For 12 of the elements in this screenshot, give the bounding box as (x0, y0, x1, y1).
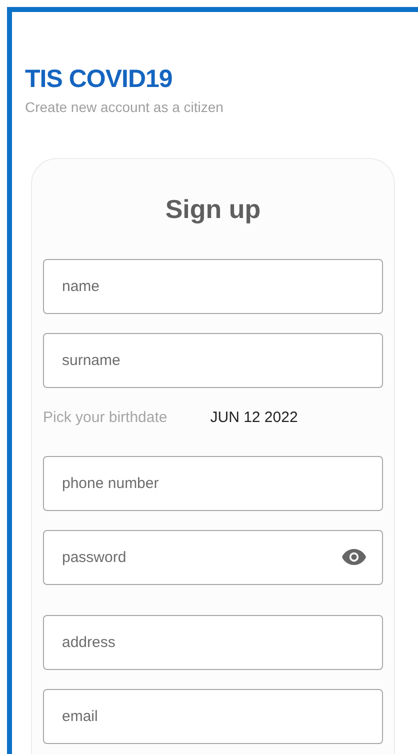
birthdate-label: Pick your birthdate (43, 408, 168, 426)
card-title: Sign up (165, 193, 261, 225)
eye-icon[interactable] (341, 548, 367, 566)
text-field[interactable]: phone number (43, 456, 383, 511)
text-field[interactable]: email (43, 689, 383, 744)
password-field[interactable]: password (43, 530, 383, 585)
text-field[interactable]: surname (43, 333, 383, 388)
birthdate-value[interactable]: JUN 12 2022 (210, 408, 298, 426)
text-field[interactable]: name (43, 259, 383, 314)
app-subtitle: Create new account as a citizen (25, 98, 224, 116)
app-title: TIS COVID19 (25, 64, 172, 94)
text-field[interactable]: address (43, 615, 383, 670)
